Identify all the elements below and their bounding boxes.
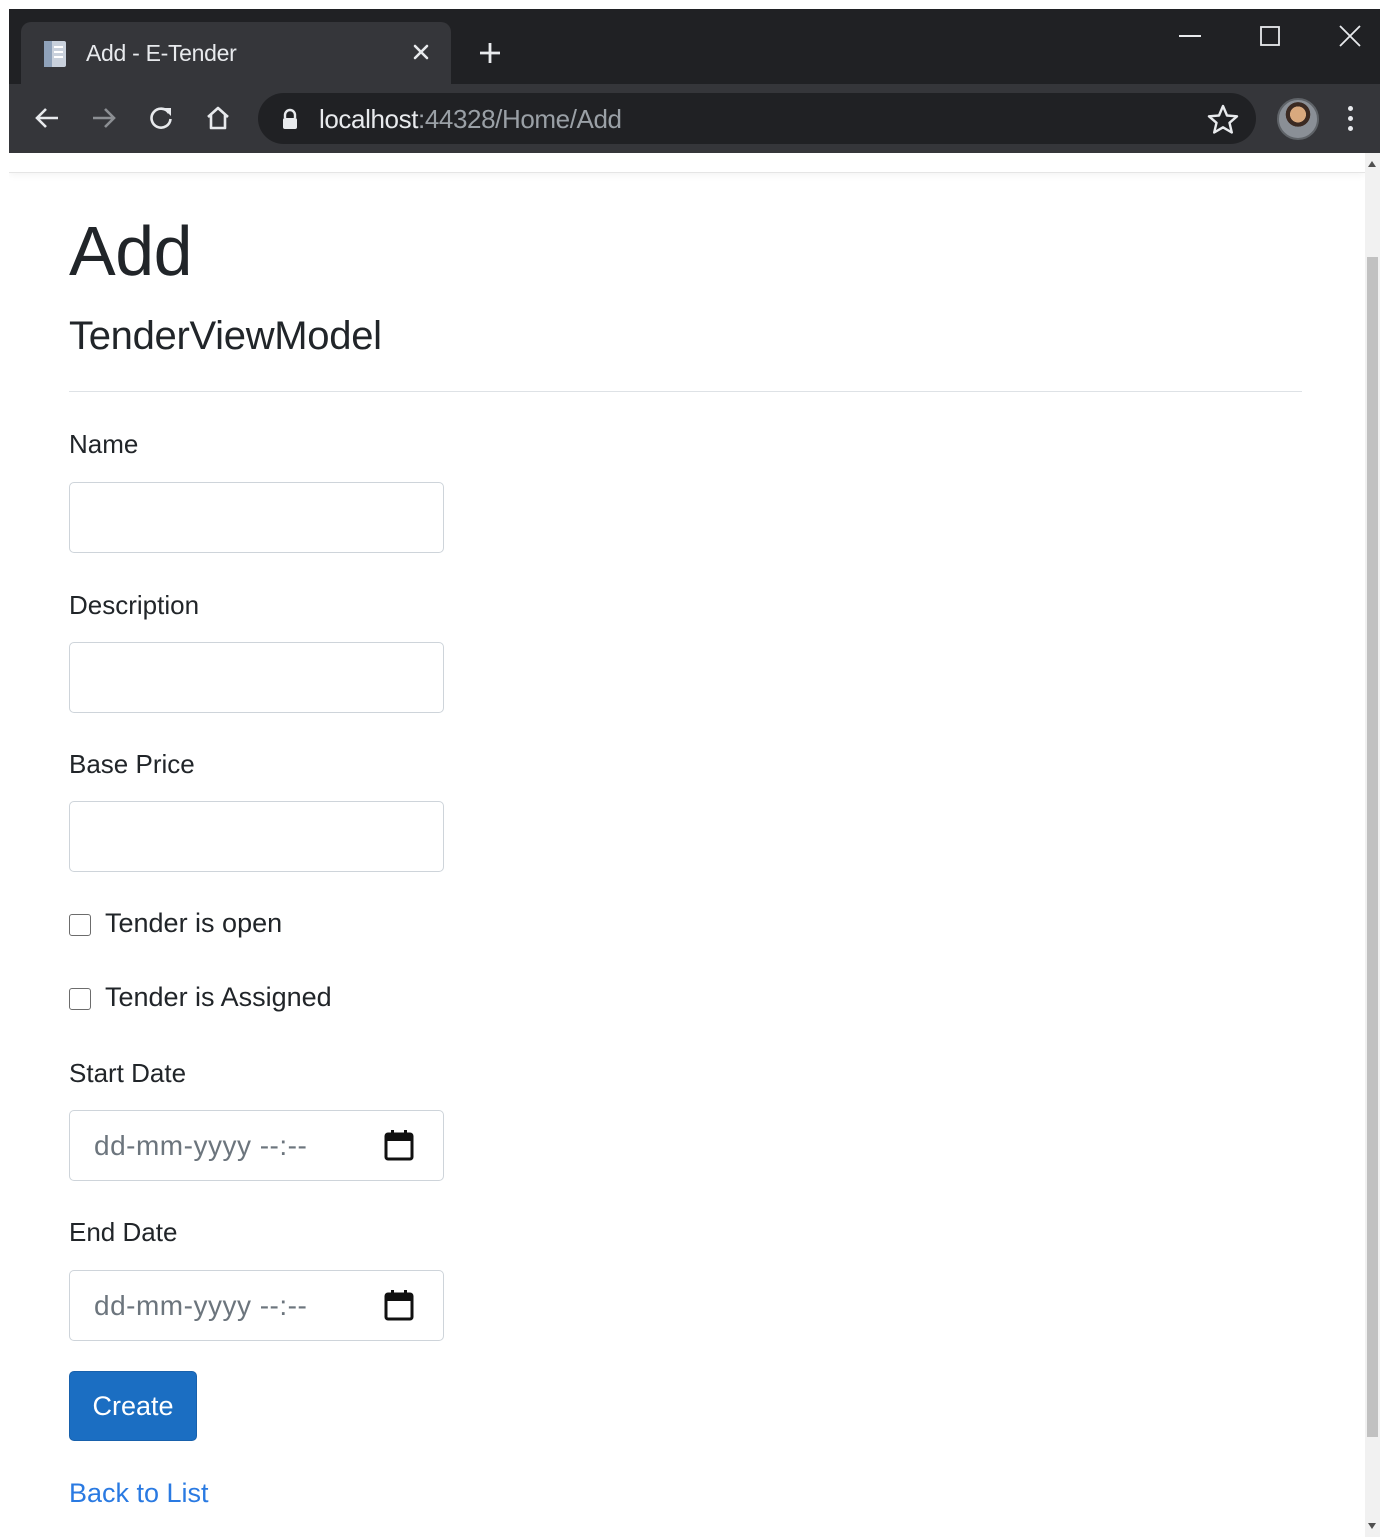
- end-date-label: End Date: [69, 1217, 178, 1247]
- end-date-placeholder: dd-mm-yyyy --:--: [94, 1290, 308, 1321]
- base-price-input[interactable]: [69, 801, 444, 872]
- close-tab-icon[interactable]: [407, 38, 435, 66]
- bookmark-star-icon[interactable]: [1207, 104, 1239, 134]
- base-price-label: Base Price: [69, 749, 195, 779]
- scroll-down-arrow-icon[interactable]: [1368, 1523, 1376, 1529]
- back-arrow-icon[interactable]: [29, 100, 65, 136]
- browser-toolbar: localhost:44328/Home/Add: [9, 84, 1380, 153]
- profile-avatar[interactable]: [1277, 98, 1319, 140]
- vertical-scrollbar[interactable]: [1365, 153, 1380, 1537]
- document-icon: [44, 41, 66, 67]
- tender-open-checkbox[interactable]: [69, 914, 91, 936]
- maximize-icon[interactable]: [1248, 19, 1292, 53]
- description-input[interactable]: [69, 642, 444, 713]
- scroll-up-arrow-icon[interactable]: [1368, 161, 1376, 167]
- window-close-icon[interactable]: [1328, 19, 1372, 53]
- address-bar[interactable]: localhost:44328/Home/Add: [258, 93, 1256, 144]
- browser-window: Add - E-Tender localhost:44328/Home/Add: [9, 9, 1380, 153]
- tender-assigned-checkbox[interactable]: [69, 988, 91, 1010]
- reload-icon[interactable]: [143, 100, 179, 136]
- forward-arrow-icon[interactable]: [86, 100, 122, 136]
- lock-icon: [283, 108, 297, 129]
- url-host: localhost: [319, 104, 419, 134]
- name-label: Name: [69, 429, 139, 459]
- minimize-icon[interactable]: [1168, 19, 1212, 53]
- url-path: :44328/Home/Add: [418, 104, 622, 134]
- description-label: Description: [69, 590, 200, 620]
- page-title: Add: [69, 212, 193, 290]
- page-subtitle: TenderViewModel: [69, 314, 382, 358]
- start-date-input[interactable]: dd-mm-yyyy --:--: [69, 1110, 444, 1181]
- new-tab-icon[interactable]: [474, 37, 506, 69]
- tender-assigned-label[interactable]: Tender is Assigned: [105, 982, 332, 1013]
- calendar-icon[interactable]: [384, 1129, 414, 1161]
- calendar-icon[interactable]: [384, 1289, 414, 1321]
- start-date-label: Start Date: [69, 1058, 187, 1088]
- scrollbar-thumb[interactable]: [1367, 257, 1378, 1437]
- name-input[interactable]: [69, 482, 444, 553]
- kebab-menu-icon[interactable]: [1338, 100, 1362, 136]
- browser-tab[interactable]: Add - E-Tender: [21, 22, 451, 84]
- url-text: localhost:44328/Home/Add: [319, 104, 622, 135]
- home-icon[interactable]: [200, 100, 236, 136]
- start-date-placeholder: dd-mm-yyyy --:--: [94, 1130, 308, 1161]
- tender-open-label[interactable]: Tender is open: [105, 908, 282, 939]
- end-date-input[interactable]: dd-mm-yyyy --:--: [69, 1270, 444, 1341]
- navbar-bottom-edge: [9, 153, 1365, 173]
- page-viewport: Add TenderViewModel Name Description Bas…: [9, 153, 1365, 1537]
- tab-title: Add - E-Tender: [86, 40, 237, 66]
- divider: [69, 391, 1302, 392]
- back-to-list-link[interactable]: Back to List: [69, 1478, 209, 1509]
- create-button[interactable]: Create: [69, 1371, 197, 1441]
